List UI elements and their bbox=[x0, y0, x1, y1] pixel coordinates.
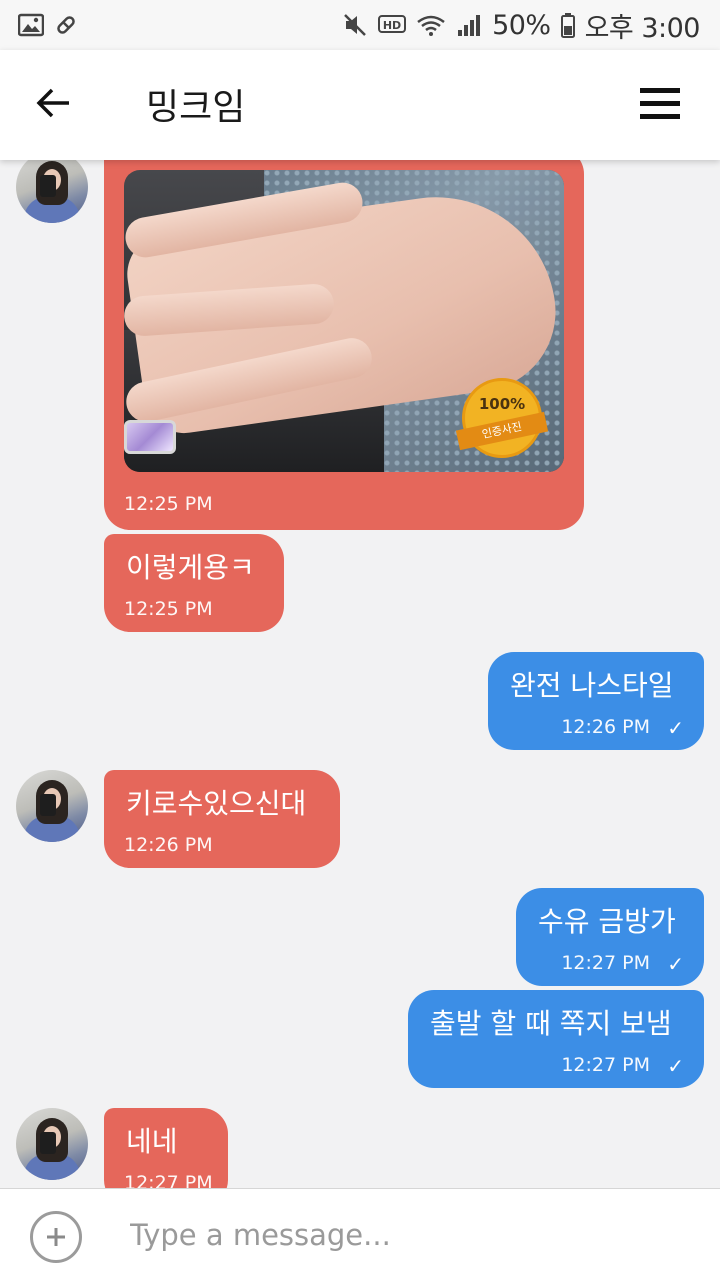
hd-icon: HD bbox=[378, 14, 407, 36]
message-time: 12:26 PM bbox=[561, 716, 650, 738]
image-message-bubble[interactable]: 100% 인증사진 12:25 PM bbox=[104, 160, 584, 530]
mute-icon bbox=[342, 12, 368, 38]
verified-stamp: 100% 인증사진 bbox=[455, 378, 549, 458]
message-time: 12:27 PM bbox=[561, 952, 650, 974]
status-time: 오후 3:00 bbox=[584, 12, 701, 44]
wifi-icon bbox=[416, 13, 446, 37]
status-bar-right: HD 50% 오후 3:00 bbox=[342, 6, 701, 45]
svg-text:HD: HD bbox=[383, 19, 401, 32]
hamburger-icon bbox=[640, 88, 680, 119]
battery-icon bbox=[560, 12, 575, 38]
status-bar: HD 50% 오후 3:00 bbox=[0, 0, 720, 50]
ring-image bbox=[124, 420, 176, 454]
message-time: 12:27 PM bbox=[124, 1172, 213, 1188]
back-button[interactable] bbox=[30, 80, 76, 126]
sender-avatar[interactable] bbox=[16, 770, 88, 842]
message-list[interactable]: 100% 인증사진 12:25 PM 이렇게용ㅋ 12:25 PM 완전 나스타… bbox=[0, 160, 720, 1188]
message-photo[interactable]: 100% 인증사진 bbox=[124, 170, 564, 472]
incoming-message[interactable]: 키로수있으신대 12:26 PM bbox=[104, 770, 340, 868]
incoming-message[interactable]: 이렇게용ㅋ 12:25 PM bbox=[104, 534, 284, 632]
message-composer bbox=[0, 1188, 720, 1280]
message-text: 완전 나스타일 bbox=[510, 669, 674, 702]
message-time: 12:25 PM bbox=[124, 598, 213, 620]
outgoing-message[interactable]: 수유 금방가 12:27 PM ✓ bbox=[516, 888, 704, 986]
message-time: 12:25 PM bbox=[124, 493, 213, 515]
read-check-icon: ✓ bbox=[667, 716, 684, 740]
message-text: 이렇게용ㅋ bbox=[126, 551, 255, 584]
message-time: 12:27 PM bbox=[561, 1054, 650, 1076]
signal-icon bbox=[456, 13, 482, 37]
sender-avatar[interactable] bbox=[16, 160, 88, 223]
message-text: 네네 bbox=[126, 1125, 178, 1158]
battery-percent: 50% bbox=[492, 9, 551, 41]
chat-title: 밍크임 bbox=[146, 87, 246, 128]
status-bar-left bbox=[18, 13, 78, 37]
message-text: 수유 금방가 bbox=[538, 905, 676, 938]
read-check-icon: ✓ bbox=[667, 1054, 684, 1078]
message-text: 출발 할 때 쪽지 보냄 bbox=[430, 1007, 672, 1040]
sender-avatar[interactable] bbox=[16, 1108, 88, 1180]
add-attachment-button[interactable] bbox=[30, 1211, 82, 1263]
arrow-left-icon bbox=[36, 88, 69, 118]
message-time: 12:26 PM bbox=[124, 834, 213, 856]
pill-icon bbox=[54, 13, 78, 37]
message-input[interactable] bbox=[112, 1203, 692, 1267]
message-text: 키로수있으신대 bbox=[126, 787, 307, 820]
menu-button[interactable] bbox=[638, 84, 682, 124]
plus-icon bbox=[47, 1228, 65, 1246]
app-bar: 밍크임 bbox=[0, 50, 720, 160]
outgoing-message[interactable]: 출발 할 때 쪽지 보냄 12:27 PM ✓ bbox=[408, 990, 704, 1088]
outgoing-message[interactable]: 완전 나스타일 12:26 PM ✓ bbox=[488, 652, 704, 750]
incoming-message[interactable]: 네네 12:27 PM bbox=[104, 1108, 228, 1188]
gallery-icon bbox=[18, 13, 44, 37]
stamp-percent: 100% bbox=[478, 395, 526, 413]
read-check-icon: ✓ bbox=[667, 952, 684, 976]
